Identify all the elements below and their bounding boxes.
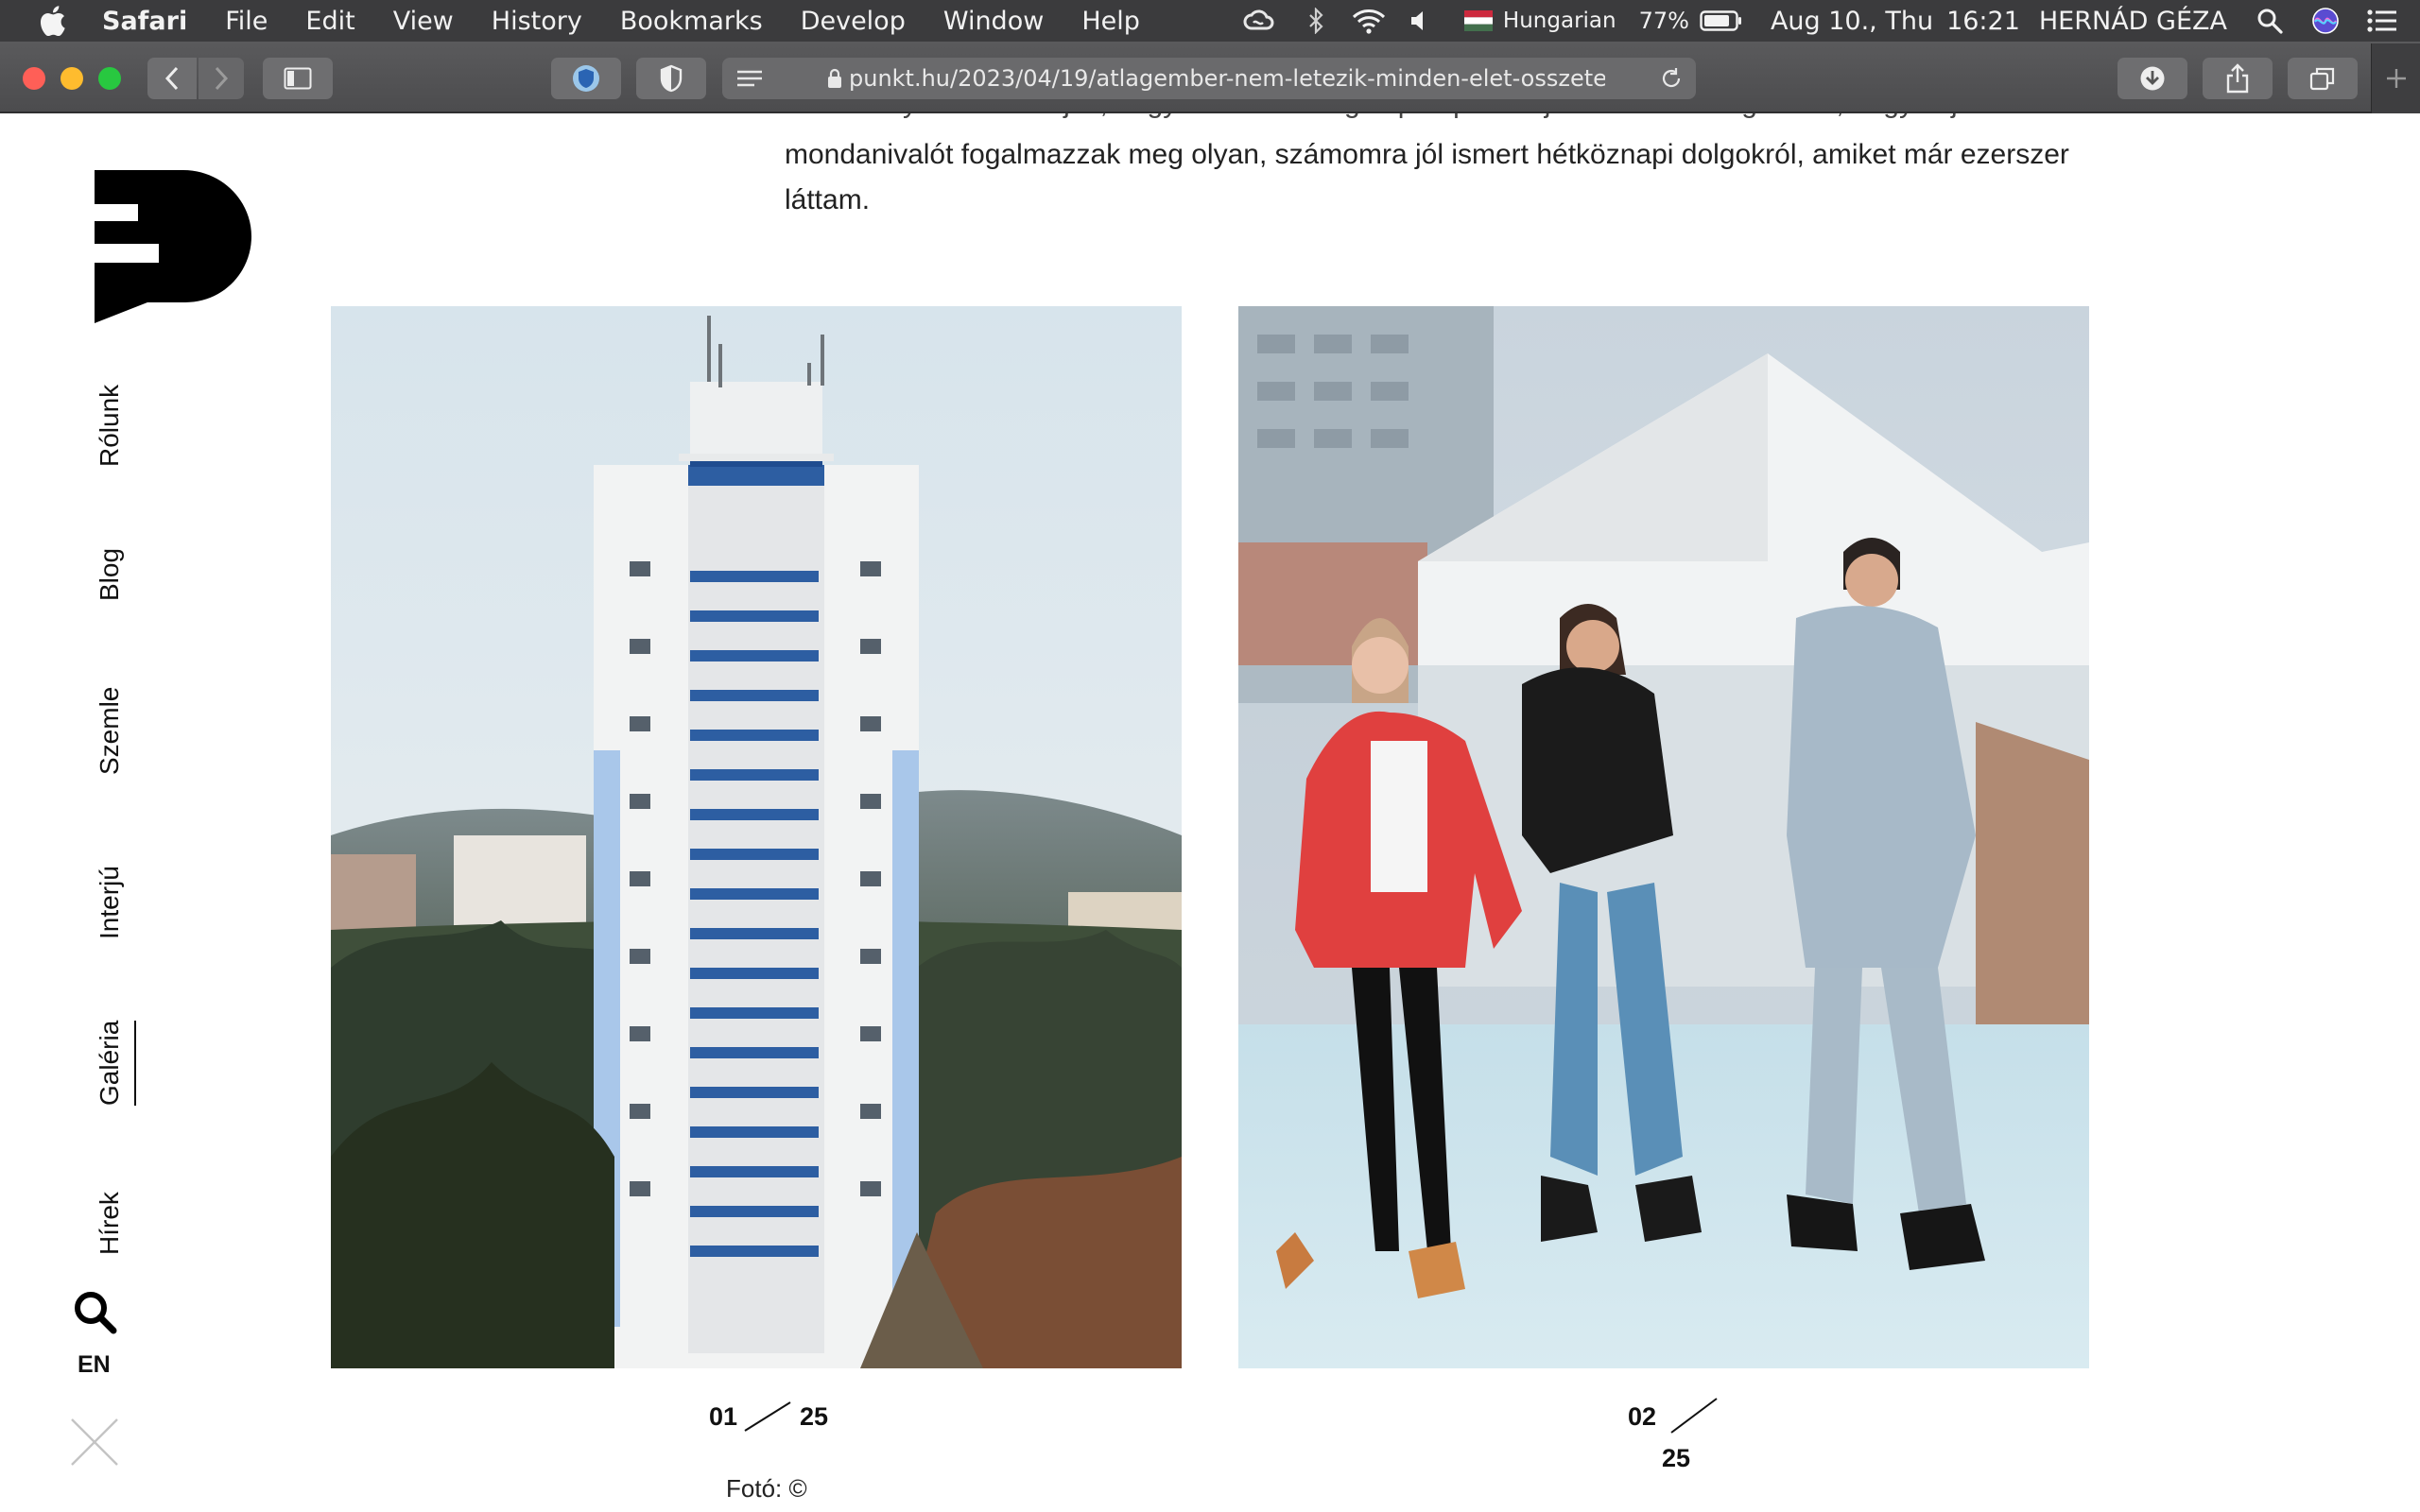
- chevron-right-icon: [215, 66, 229, 91]
- lock-icon: [828, 68, 841, 88]
- web-page: Rólunk Blog Szemle Interjú Galéria Hírek…: [0, 113, 2420, 1512]
- nav-galeria[interactable]: Galéria: [95, 1020, 136, 1106]
- counter-slash-icon: [744, 1401, 791, 1432]
- close-icon[interactable]: [70, 1418, 119, 1467]
- menu-bookmarks[interactable]: Bookmarks: [602, 7, 783, 36]
- app-menus: Safari File Edit View History Bookmarks …: [102, 0, 1160, 42]
- address-bar[interactable]: punkt.hu/2023/04/19/atlagember-nem-letez…: [722, 58, 1696, 99]
- status-area: Hungarian 77% Aug 10., Thu 16:21 HERNÁD …: [1238, 0, 2420, 42]
- minimize-window-button[interactable]: [60, 67, 83, 90]
- extension-shield-icon: [573, 65, 599, 92]
- creative-cloud-icon[interactable]: [1238, 9, 1280, 32]
- menu-file[interactable]: File: [207, 7, 287, 36]
- tabs-icon: [2309, 67, 2335, 91]
- time-label[interactable]: 16:21: [1946, 7, 2020, 36]
- search-icon[interactable]: [72, 1289, 117, 1334]
- nav-hirek[interactable]: Hírek: [95, 1192, 125, 1255]
- forward-button[interactable]: [199, 58, 244, 99]
- share-icon: [2226, 63, 2249, 94]
- article-intro: …Amennyiben ezt tudják, hogy ezt a külön…: [785, 113, 2127, 223]
- site-sidebar: Rólunk Blog Szemle Interjú Galéria Hírek…: [0, 113, 251, 1512]
- download-icon: [2140, 66, 2165, 91]
- wifi-icon[interactable]: [1352, 8, 1386, 34]
- photo-credit: Fotó: ©: [726, 1474, 807, 1503]
- user-name-label[interactable]: HERNÁD GÉZA: [2039, 7, 2227, 36]
- sidebar-icon: [284, 67, 312, 90]
- url-text[interactable]: punkt.hu/2023/04/19/atlagember-nem-letez…: [849, 58, 1605, 99]
- menu-edit[interactable]: Edit: [287, 7, 374, 36]
- sidebar-toggle-button[interactable]: [263, 58, 333, 99]
- downloads-button[interactable]: [2118, 58, 2187, 99]
- gallery-photo-tower-block[interactable]: [331, 306, 1182, 1368]
- siri-icon[interactable]: [2310, 7, 2341, 35]
- nav-blog[interactable]: Blog: [95, 548, 125, 601]
- extension-button[interactable]: [551, 58, 621, 99]
- control-center-icon[interactable]: [2365, 9, 2399, 33]
- battery-percent: 77%: [1638, 8, 1689, 34]
- share-button[interactable]: [2203, 58, 2273, 99]
- photo-1-counter: 01 25: [709, 1401, 841, 1440]
- photo-1-total: 25: [800, 1402, 829, 1431]
- photo-2-total: 25: [1662, 1444, 1691, 1472]
- plus-icon: [2386, 69, 2406, 88]
- menu-help[interactable]: Help: [1063, 7, 1160, 36]
- privacy-shield-icon: [660, 64, 683, 93]
- hungarian-flag-icon[interactable]: [1463, 10, 1494, 31]
- volume-icon[interactable]: [1407, 9, 1433, 32]
- new-tab-button[interactable]: [2371, 43, 2420, 113]
- privacy-report-button[interactable]: [636, 58, 706, 99]
- reload-icon[interactable]: [1660, 67, 1683, 90]
- menu-history[interactable]: History: [474, 7, 602, 36]
- nav-rolunk[interactable]: Rólunk: [95, 385, 125, 467]
- reader-view-icon[interactable]: [735, 69, 764, 88]
- menu-bar: Safari File Edit View History Bookmarks …: [0, 0, 2420, 42]
- tab-overview-button[interactable]: [2288, 58, 2358, 99]
- back-button[interactable]: [147, 58, 197, 99]
- date-label[interactable]: Aug 10., Thu: [1771, 7, 1933, 36]
- photo-1-index: 01: [709, 1402, 738, 1431]
- spotlight-search-icon[interactable]: [2256, 8, 2284, 34]
- nav-interju[interactable]: Interjú: [95, 866, 125, 939]
- battery-icon[interactable]: [1699, 9, 1744, 32]
- apple-logo-icon[interactable]: [38, 6, 66, 36]
- menu-view[interactable]: View: [375, 7, 474, 36]
- bluetooth-icon[interactable]: [1301, 8, 1331, 34]
- menu-develop[interactable]: Develop: [783, 7, 925, 36]
- zoom-window-button[interactable]: [98, 67, 121, 90]
- keyboard-layout-label[interactable]: Hungarian: [1503, 9, 1616, 33]
- photo-2-index: 02: [1628, 1402, 1657, 1431]
- browser-toolbar: punkt.hu/2023/04/19/atlagember-nem-letez…: [0, 42, 2420, 113]
- menu-window[interactable]: Window: [925, 7, 1063, 36]
- language-switch[interactable]: EN: [78, 1351, 111, 1379]
- article-intro-text: mondanivalót fogalmazzak meg olyan, szám…: [785, 139, 2069, 215]
- counter-slash-icon: [1670, 1398, 1718, 1434]
- punkt-logo[interactable]: [93, 170, 251, 323]
- article-intro-cut-line: …Amennyiben ezt tudják, hogy ezt a külön…: [785, 113, 1987, 127]
- chevron-left-icon: [164, 66, 179, 91]
- photo-2-counter: 02 25: [1628, 1398, 1741, 1478]
- close-window-button[interactable]: [23, 67, 45, 90]
- gallery-photo-ice-rink[interactable]: [1238, 306, 2089, 1368]
- nav-szemle[interactable]: Szemle: [95, 687, 125, 775]
- menu-app-name[interactable]: Safari: [102, 7, 207, 36]
